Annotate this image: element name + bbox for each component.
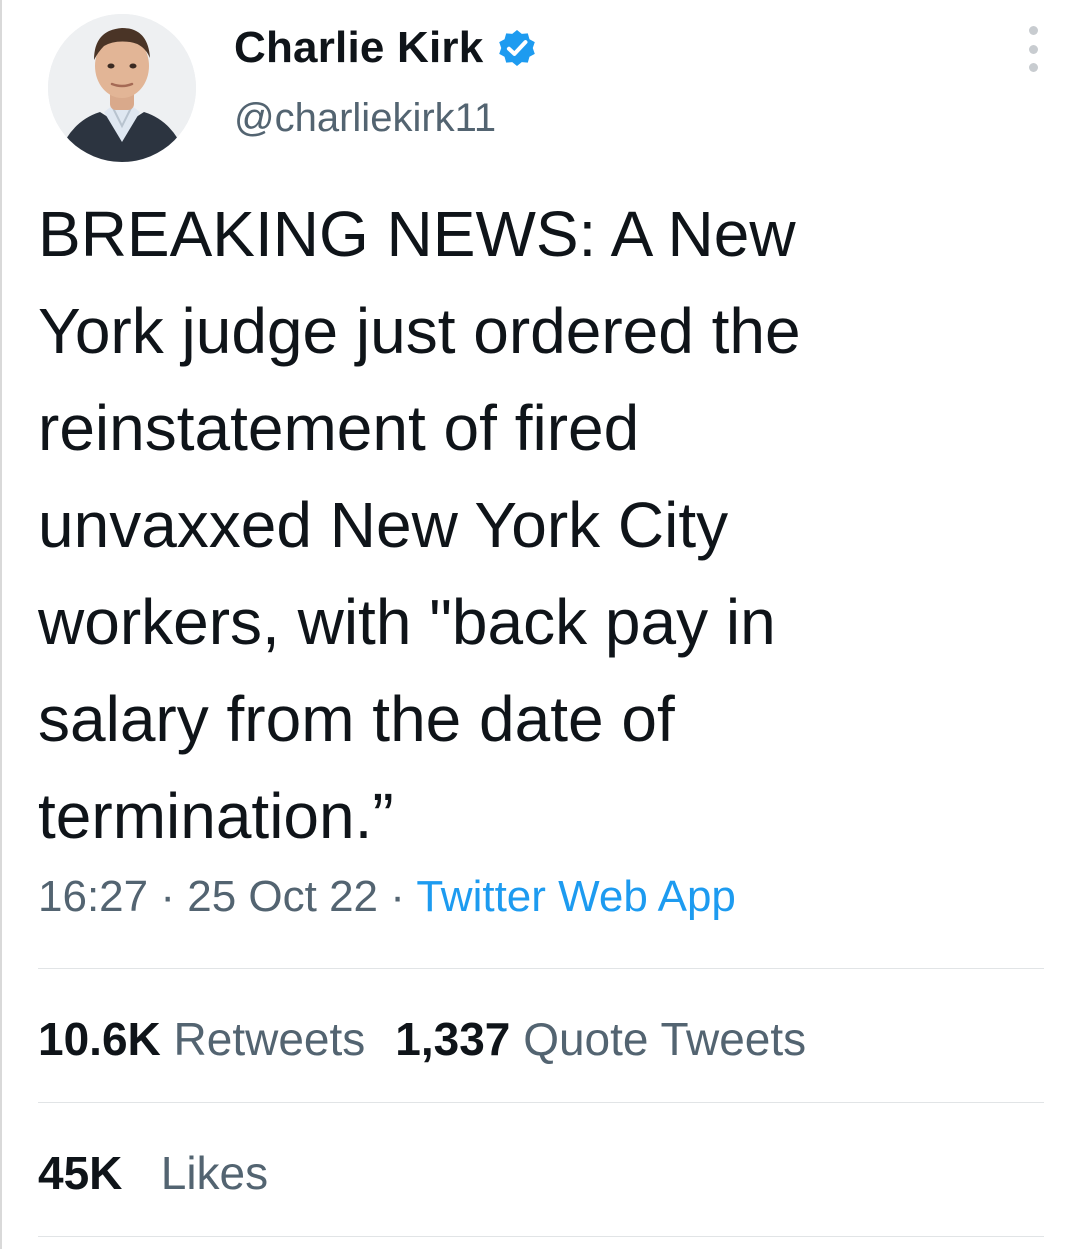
more-dot [1028,26,1038,35]
more-dot [1028,44,1038,54]
engagement-stats-row: 10.6K Retweets 1,337 Quote Tweets [38,1012,806,1066]
more-dot [1028,63,1038,72]
retweets-count: 10.6K [38,1013,161,1065]
tweet-source-link[interactable]: Twitter Web App [416,872,736,921]
handle[interactable]: @charliekirk11 [234,96,539,141]
display-name-row: Charlie Kirk [234,18,539,78]
tweet-text: BREAKING NEWS: A New York judge just ord… [38,198,801,852]
avatar[interactable] [48,14,196,162]
retweets-label: Retweets [173,1013,366,1065]
likes-stat[interactable]: 45K Likes [38,1146,268,1200]
retweets-stat[interactable]: 10.6K Retweets [38,1012,365,1066]
tweet-header: Charlie Kirk @charliekirk11 [48,14,1048,164]
likes-label: Likes [160,1147,269,1199]
quote-tweets-stat[interactable]: 1,337 Quote Tweets [395,1012,806,1066]
tweet-date[interactable]: 25 Oct 22 [187,872,378,921]
tweet-meta: 16:27 · 25 Oct 22 · Twitter Web App [38,872,736,922]
divider [38,968,1044,969]
meta-separator: · [160,872,175,921]
divider [38,1236,1044,1237]
likes-count: 45K [38,1147,123,1199]
divider [38,1102,1044,1103]
quote-tweets-label: Quote Tweets [523,1013,807,1065]
verified-badge-icon [495,26,539,70]
more-options-icon[interactable] [1018,26,1048,72]
tweet-time[interactable]: 16:27 [38,872,148,921]
avatar-photo-icon [48,14,196,162]
meta-separator: · [390,872,405,921]
page-edge [0,0,2,1249]
display-name[interactable]: Charlie Kirk [234,23,483,73]
quote-tweets-count: 1,337 [395,1013,511,1065]
likes-stats-row: 45K Likes [38,1146,268,1200]
author-info: Charlie Kirk @charliekirk11 [234,18,539,141]
